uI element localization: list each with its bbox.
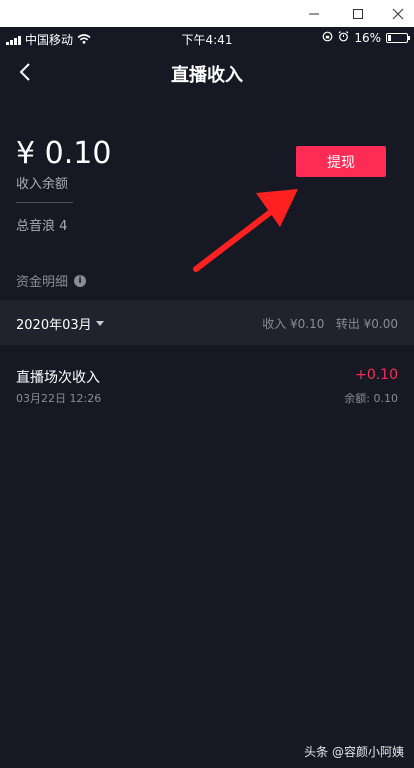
maximize-icon[interactable] [336,0,380,27]
window-title-bar [0,0,414,27]
status-bar: 中国移动 下午4:41 16% [0,27,414,49]
divider [16,202,73,203]
funds-detail-text: 资金明细 [16,275,69,290]
balance-amount: ¥ 0.10 [16,136,112,171]
total-sound-waves: 总音浪 4 [16,219,68,234]
caret-down-icon [95,321,104,326]
battery-percent: 16% [354,31,381,45]
watermark: 头条 @容颜小阿姨 [304,745,404,759]
funds-detail-label: 资金明细 i [16,271,87,290]
battery-icon [386,33,410,43]
info-icon[interactable]: i [74,274,87,287]
balance-label: 收入余额 [16,177,69,192]
record-title: 直播场次收入 [16,370,100,386]
page-title: 直播收入 [171,65,243,86]
month-summary: 收入 ¥0.10 转出 ¥0.00 [262,317,398,331]
nav-bar: 直播收入 [0,49,414,95]
record-amount: +0.10 [355,367,398,383]
record-balance: 余额: 0.10 [344,392,398,405]
rotation-lock-icon [322,31,333,45]
record-time: 03月22日 12:26 [16,392,102,405]
month-select[interactable]: 2020年03月 [16,314,104,333]
close-icon[interactable] [376,0,414,27]
minimize-icon[interactable] [292,0,336,27]
withdraw-button[interactable]: 提现 [296,146,386,177]
annotation-arrow-icon [193,189,298,272]
month-filter-bar: 2020年03月 收入 ¥0.10 转出 ¥0.00 [0,300,414,345]
list-item[interactable]: 直播场次收入 03月22日 12:26 +0.10 余额: 0.10 [0,361,414,409]
phone-screen: 中国移动 下午4:41 16% 直播收入 ¥ 0.10 收入余额 总音浪 4 提… [0,27,414,768]
alarm-icon [338,31,349,45]
month-label: 2020年03月 [16,318,92,333]
